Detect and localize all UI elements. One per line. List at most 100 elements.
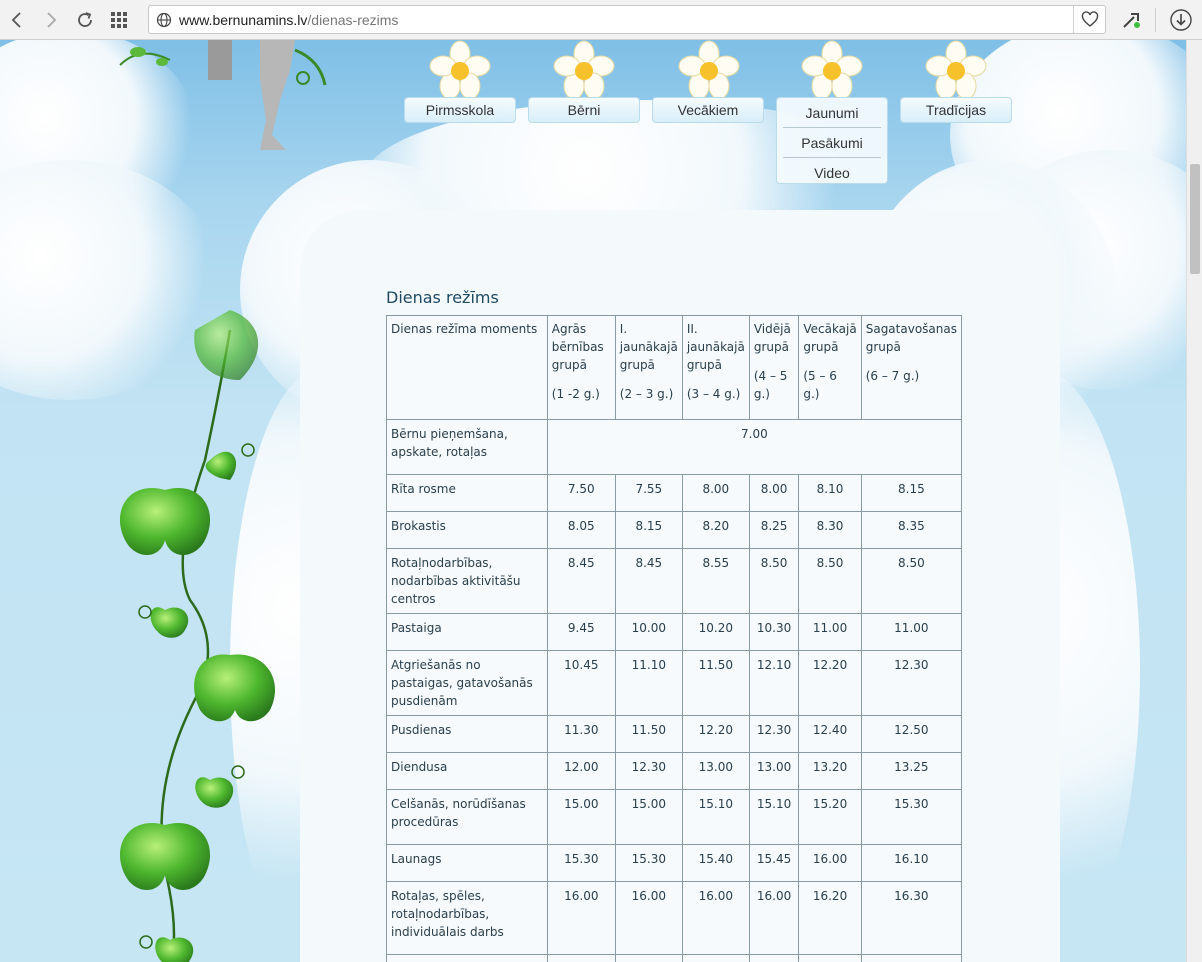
forward-icon[interactable] (34, 0, 68, 40)
group-age: (3 – 4 g.) (686, 387, 741, 401)
menu-jaunumi[interactable]: Jaunumi (777, 98, 887, 127)
time-cell: 16.30 (860, 881, 963, 955)
time-cell: 15.30 (614, 844, 683, 882)
time-cell: 12.20 (798, 650, 862, 716)
time-cell: 7.00 (546, 419, 963, 475)
time-cell: 8.30 (798, 511, 862, 549)
table-row: Bērnu pieņemšana, apskate, rotaļas 7.00 (386, 419, 963, 475)
download-icon[interactable] (1168, 7, 1194, 33)
time-cell: 11.00 (860, 613, 963, 651)
flower-icon (801, 40, 863, 100)
time-cell: 12.30 (748, 715, 800, 753)
time-cell: 16.00 (681, 881, 750, 955)
submenu-video[interactable]: Video (777, 158, 887, 187)
time-cell: 16.30 (546, 954, 616, 962)
time-cell: 10.30 (748, 613, 800, 651)
vertical-scrollbar[interactable] (1186, 40, 1202, 962)
table-row: Celšanās, norūdīšanas procedūras 15.00 15.… (386, 789, 963, 845)
submenu-pasakumi[interactable]: Pasākumi (777, 128, 887, 157)
time-cell: 13.00 (748, 752, 800, 790)
tree-decoration (208, 40, 327, 150)
time-cell: 16.10 (860, 844, 963, 882)
time-cell: 15.30 (546, 844, 616, 882)
time-cell: 8.50 (798, 548, 862, 614)
flower-icon (553, 40, 615, 100)
flower-icon (678, 40, 740, 100)
time-cell: 16.00 (748, 881, 800, 955)
group-name: Vidējā grupā (753, 322, 791, 354)
time-cell: 9.45 (546, 613, 616, 651)
time-cell: 11.50 (681, 650, 750, 716)
apps-grid-icon[interactable] (102, 0, 136, 40)
time-cell: 16.00 (546, 881, 616, 955)
group-name: I. jaunākajā grupā (619, 322, 678, 372)
header-cell: Sagatavošanas grupā (6 – 7 g.) (860, 315, 963, 420)
address-bar[interactable]: www.bernunamins.lv/dienas-rezims (148, 5, 1106, 34)
url-domain: www.bernunamins.lv (179, 11, 308, 28)
menu-vecakiem[interactable]: Vecākiem (652, 97, 764, 123)
group-age: (4 – 5 g.) (753, 369, 788, 401)
toolbar-separator (1155, 8, 1156, 32)
extension-icon[interactable] (1120, 8, 1144, 32)
time-cell: 8.15 (614, 511, 683, 549)
scrollbar-thumb[interactable] (1190, 164, 1200, 274)
time-cell: 8.45 (614, 548, 683, 614)
time-cell: 12.50 (860, 715, 963, 753)
table-row: Rotaļas, spēles, rotaļnodarbības, indivi… (386, 881, 963, 955)
time-cell: 15.00 (546, 789, 616, 845)
time-cell: 8.45 (546, 548, 616, 614)
table-row: Brokastis 8.05 8.15 8.20 8.25 8.30 8.35 (386, 511, 963, 549)
time-cell: 13.20 (798, 752, 862, 790)
time-cell: 15.30 (860, 789, 963, 845)
group-age: (6 – 7 g.) (865, 369, 920, 383)
flower-icon (429, 40, 491, 100)
flower-icon (925, 40, 987, 100)
heart-icon[interactable] (1073, 6, 1105, 33)
menu-berni[interactable]: Bērni (528, 97, 640, 123)
header-cell: II. jaunākajā grupā (3 – 4 g.) (681, 315, 750, 420)
header-cell: Vecākajā grupā (5 – 6 g.) (798, 315, 862, 420)
time-cell: 8.25 (748, 511, 800, 549)
group-name: Agrās bērnības grupā (551, 322, 604, 372)
time-cell: 15.10 (748, 789, 800, 845)
time-cell: 12.20 (681, 715, 750, 753)
group-name: Sagatavošanas grupā (865, 322, 957, 354)
table-header-row: Dienas režīma moments Agrās bērnības gru… (386, 315, 963, 420)
group-name: Vecākajā grupā (803, 322, 857, 354)
moment-cell: Rotaļas, spēles, rotaļnodarbības, indivi… (386, 881, 548, 955)
globe-icon (149, 12, 179, 28)
time-cell: 16.00 (798, 844, 862, 882)
back-icon[interactable] (0, 0, 34, 40)
browser-toolbar: www.bernunamins.lv/dienas-rezims (0, 0, 1202, 40)
time-cell: 17.00 (798, 954, 862, 962)
table-row: Rīta rosme 7.50 7.55 8.00 8.00 8.10 8.15 (386, 474, 963, 512)
table-row: Pusdienas 11.30 11.50 12.20 12.30 12.40 12.50 (386, 715, 963, 753)
time-cell: 8.55 (681, 548, 750, 614)
moment-cell: Brokastis (386, 511, 548, 549)
time-cell: 12.30 (860, 650, 963, 716)
time-cell: 10.45 (546, 650, 616, 716)
menu-tradicijas[interactable]: Tradīcijas (900, 97, 1012, 123)
table-row: Atgriešanās no pastaigas, gatavošanās pu… (386, 650, 963, 716)
time-cell: 12.40 (798, 715, 862, 753)
time-cell: 16.20 (798, 881, 862, 955)
moment-cell: Atgriešanās no pastaigas, gatavošanās pu… (386, 650, 548, 716)
time-cell: 7.50 (546, 474, 616, 512)
header-cell: I. jaunākajā grupā (2 – 3 g.) (614, 315, 683, 420)
time-cell: 8.50 (748, 548, 800, 614)
table-row: Launags 15.30 15.30 15.40 15.45 16.00 16.10 (386, 844, 963, 882)
moment-cell: Pusdienas (386, 715, 548, 753)
leaf-decoration (119, 47, 171, 66)
moment-cell: Celšanās, norūdīšanas procedūras (386, 789, 548, 845)
url-text: www.bernunamins.lv/dienas-rezims (179, 12, 398, 28)
time-cell: 8.10 (798, 474, 862, 512)
menu-pirmsskola[interactable]: Pirmsskola (404, 97, 516, 123)
moment-cell: Bērnu pieņemšana, apskate, rotaļas (386, 419, 548, 475)
moment-cell: Rīta rosme (386, 474, 548, 512)
time-cell: 8.15 (860, 474, 963, 512)
moment-cell: Pastaiga, rotaļas svaigā gaisā (386, 954, 548, 962)
time-cell: 16.50 (748, 954, 800, 962)
time-cell: 15.20 (798, 789, 862, 845)
group-name: II. jaunākajā grupā (686, 322, 745, 372)
reload-icon[interactable] (68, 0, 102, 40)
